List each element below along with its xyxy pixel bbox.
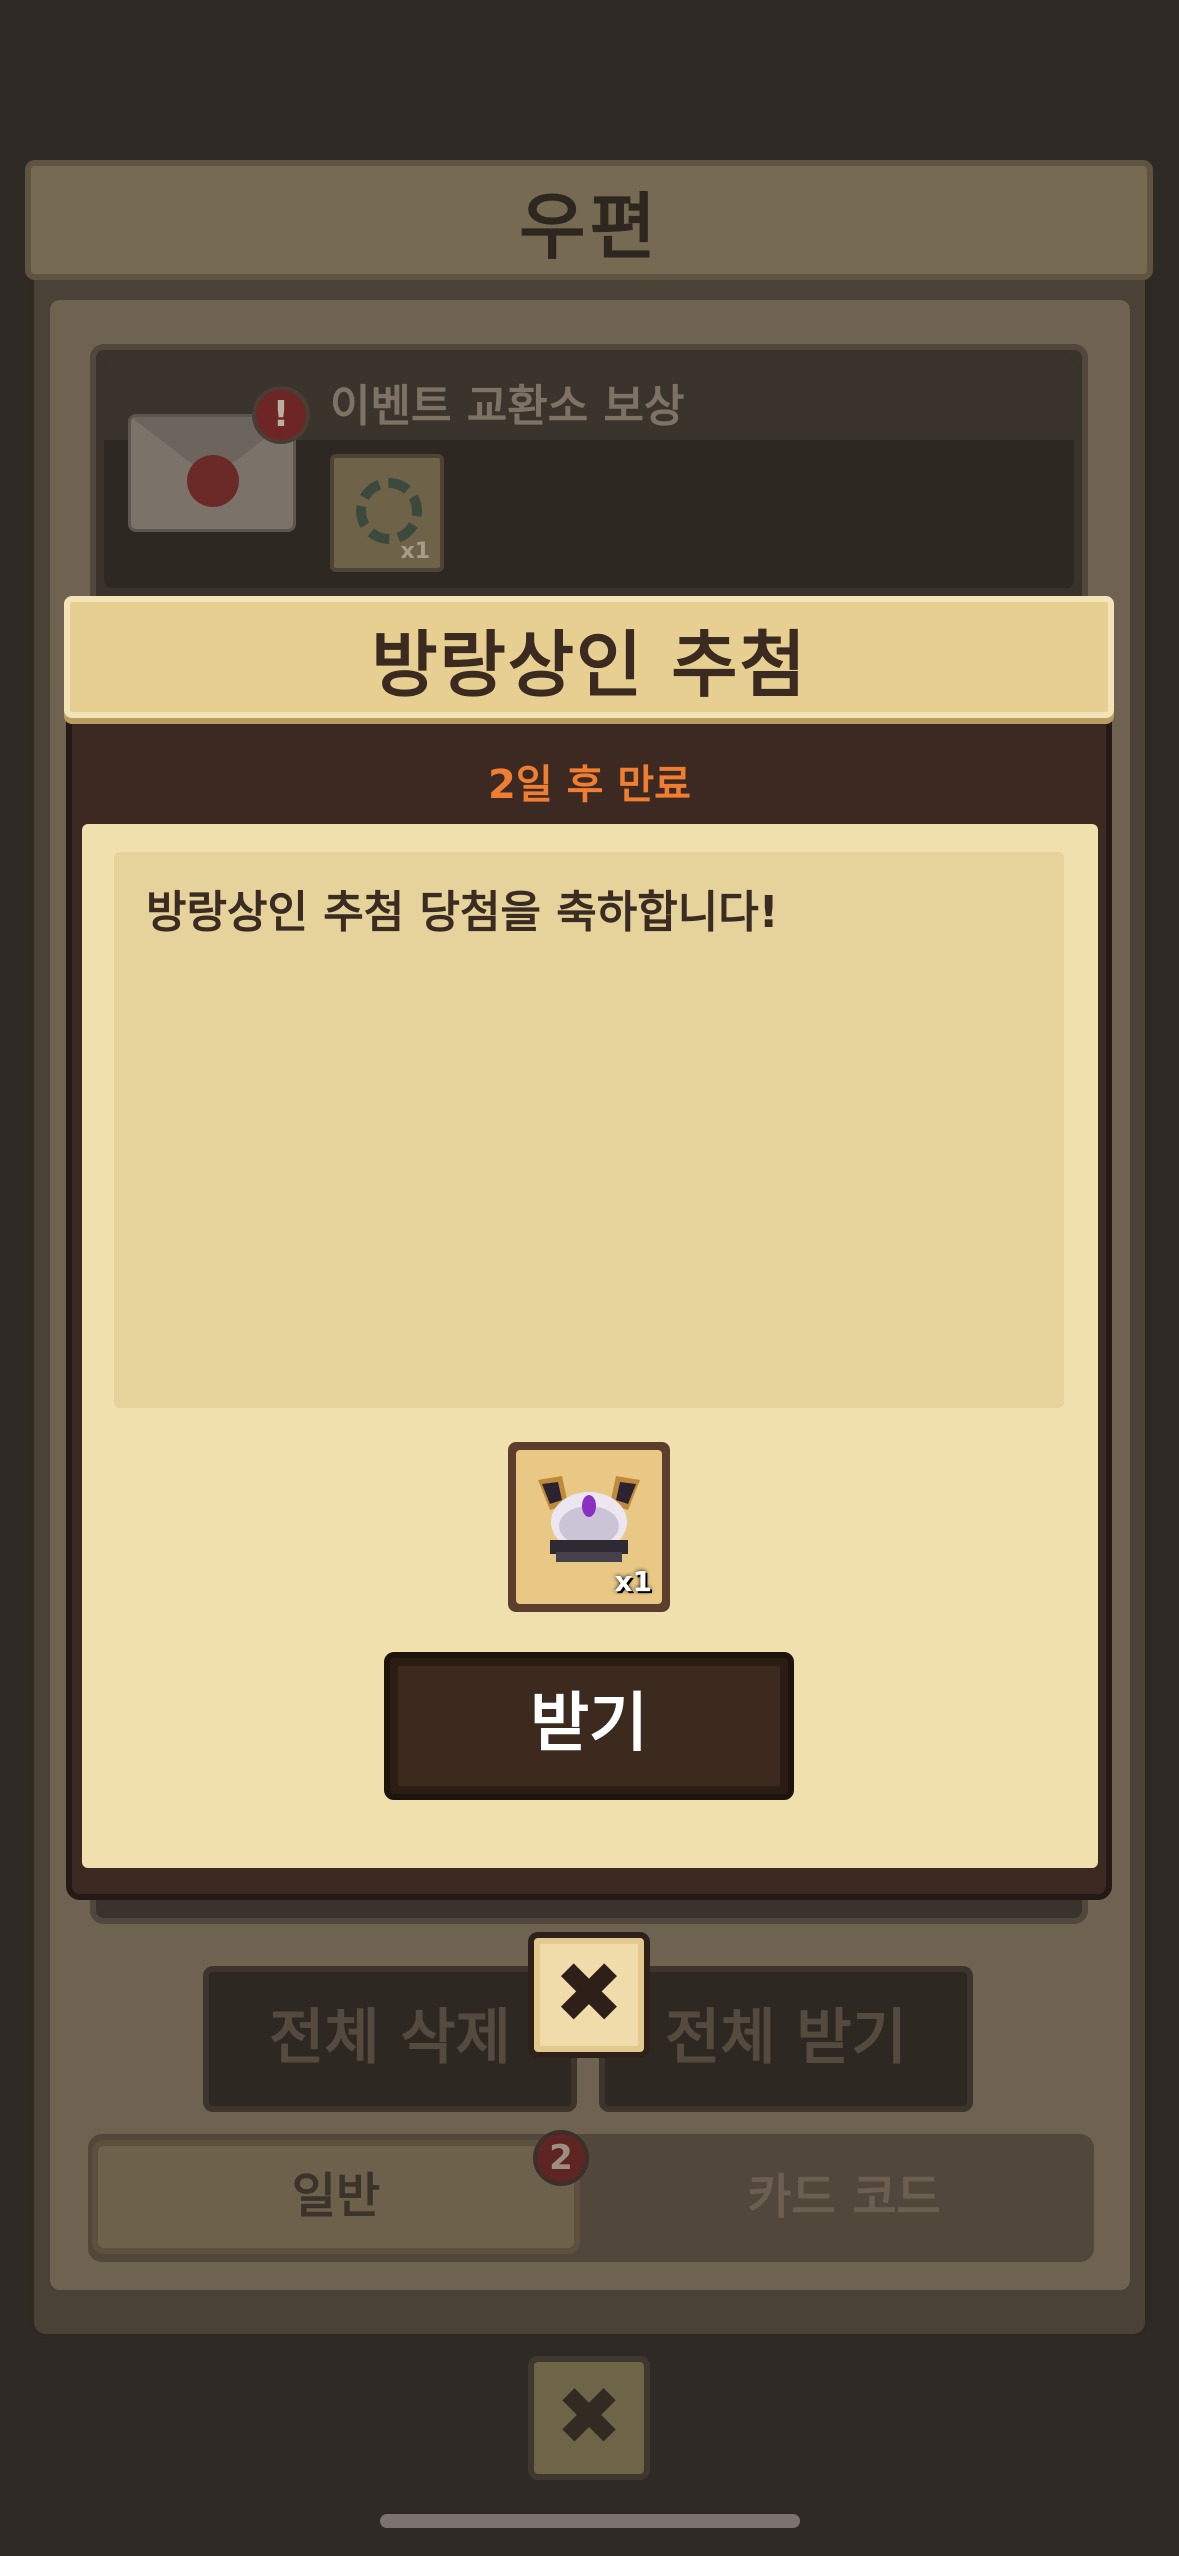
- reward-item[interactable]: x1: [508, 1442, 670, 1612]
- helmet-icon: [538, 1476, 640, 1562]
- mail-window-title: 우편: [519, 185, 660, 269]
- window-close-button[interactable]: ✖: [528, 2356, 650, 2480]
- expiry-text: 2일 후 만료: [488, 762, 691, 808]
- gear-icon: [356, 478, 422, 544]
- home-indicator[interactable]: [380, 2514, 800, 2528]
- attachment-qty: x1: [400, 539, 431, 564]
- receive-all-button[interactable]: 전체 받기: [599, 1966, 973, 2112]
- receive-button[interactable]: 받기: [384, 1652, 794, 1800]
- tab-card-code[interactable]: 카드 코드: [600, 2140, 1088, 2254]
- modal-title: 방랑상인 추첨: [371, 623, 808, 707]
- reward-item-frame: x1: [516, 1450, 662, 1604]
- message-text: 방랑상인 추첨 당첨을 축하합니다!: [146, 887, 779, 938]
- modal-close-button[interactable]: ✖: [528, 1932, 650, 2058]
- alert-icon: !: [252, 386, 310, 444]
- tab-badge: 2: [533, 2130, 589, 2186]
- attachment-item[interactable]: x1: [330, 454, 444, 572]
- mail-item-title: 이벤트 교환소 보상: [330, 381, 685, 432]
- reward-qty: x1: [614, 1565, 652, 1598]
- tab-general[interactable]: 일반: [92, 2140, 580, 2254]
- delete-all-button[interactable]: 전체 삭제: [203, 1966, 577, 2112]
- wax-seal-icon: [187, 455, 239, 507]
